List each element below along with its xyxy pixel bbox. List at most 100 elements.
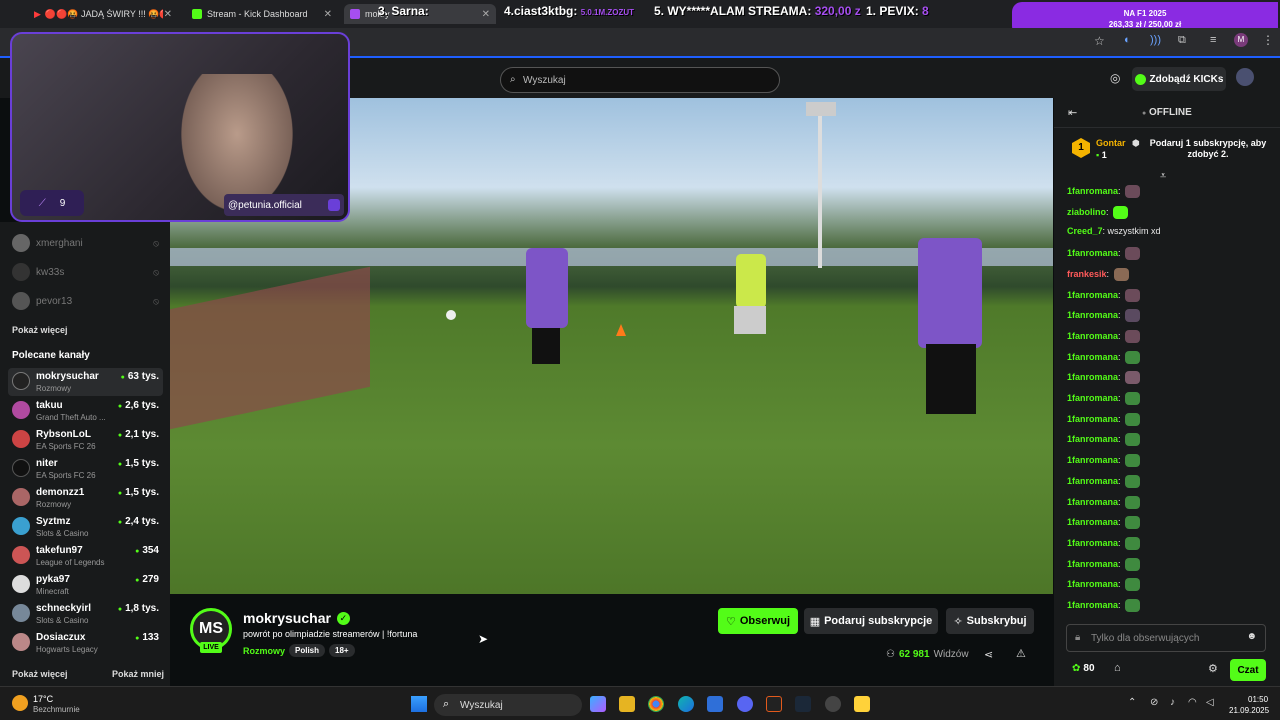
gift-sub-button[interactable]: ▦ Podaruj subskrypcje	[804, 608, 938, 634]
sidebar-item-offline[interactable]: pevor13 ⦸	[8, 288, 163, 316]
chrome-icon[interactable]	[648, 696, 664, 712]
sidebar-item-takuu[interactable]: takuu Grand Theft Auto ... 2,6 tys.	[8, 397, 163, 425]
bookmark-star-icon[interactable]: ☆	[1094, 34, 1105, 48]
chat-username[interactable]: 1fanromana	[1067, 579, 1118, 589]
close-icon[interactable]: ✕	[324, 9, 332, 20]
sidebar-item-demonzz1[interactable]: demonzz1 Rozmowy 1,5 tys.	[8, 484, 163, 512]
emote-picker-icon[interactable]: ☻	[1246, 631, 1257, 642]
send-chat-button[interactable]: Czat	[1230, 659, 1266, 681]
network-icon[interactable]: ⊘	[1150, 697, 1158, 708]
chat-username[interactable]: 1fanromana	[1067, 372, 1118, 382]
chat-username[interactable]: 1fanromana	[1067, 248, 1118, 258]
weather-icon[interactable]	[12, 695, 28, 711]
file-explorer-icon[interactable]	[619, 696, 635, 712]
sidebar-item-niter[interactable]: niter EA Sports FC 26 1,5 tys.	[8, 455, 163, 483]
notification-icon[interactable]: ◎	[1110, 71, 1120, 85]
sidebar-item-schneckyirl[interactable]: schneckyirl Slots & Casino 1,8 tys.	[8, 600, 163, 628]
close-icon[interactable]: ✕	[482, 9, 490, 20]
gift-sub-label: Podaruj subskrypcje	[824, 615, 933, 627]
sidebar-item-offline[interactable]: xmerghani ⦸	[8, 230, 163, 258]
windows-start-icon[interactable]	[411, 696, 427, 712]
subscribe-button[interactable]: ✧ Subskrybuj	[946, 608, 1034, 634]
follow-button[interactable]: ♡ Obserwuj	[718, 608, 798, 634]
chat-username[interactable]: 1fanromana	[1067, 455, 1118, 465]
chat-username[interactable]: 1fanromana	[1067, 517, 1118, 527]
steam-icon[interactable]	[795, 696, 811, 712]
chat-username[interactable]: 1fanromana	[1067, 414, 1118, 424]
scroll-down-icon[interactable]: ⩡	[1160, 170, 1166, 183]
sub-badge: ⟋ 9	[20, 190, 84, 216]
cast-icon[interactable]: )))	[1150, 34, 1161, 46]
channel-points[interactable]: ✿ 80	[1072, 663, 1095, 674]
chat-username[interactable]: 1fanromana	[1067, 310, 1118, 320]
emote-icon	[1125, 309, 1141, 323]
chat-username[interactable]: 1fanromana	[1067, 600, 1118, 610]
chat-username[interactable]: 1fanromana	[1067, 476, 1118, 486]
extension-icon[interactable]: ◐	[1124, 34, 1131, 46]
category-link[interactable]: Rozmowy	[243, 646, 285, 656]
profile-avatar[interactable]: M	[1234, 33, 1248, 47]
app-icon[interactable]	[825, 696, 841, 712]
chat-username[interactable]: 1fanromana	[1067, 331, 1118, 341]
collapse-chat-icon[interactable]: ⇤	[1068, 106, 1077, 119]
store-icon[interactable]: ⌂	[1114, 662, 1121, 674]
clock-time[interactable]: 01:50	[1248, 695, 1268, 704]
offline-icon: ⦸	[153, 238, 159, 248]
chat-username[interactable]: Creed_7	[1067, 226, 1103, 236]
chat-message: frankesik:	[1067, 267, 1129, 281]
channel-name[interactable]: mokrysuchar	[243, 610, 331, 626]
report-icon[interactable]: ⚠	[1016, 647, 1026, 660]
tag-age[interactable]: 18+	[329, 644, 355, 657]
chat-input[interactable]: 🔒︎ Tylko dla obserwujących ☻	[1066, 624, 1266, 652]
share-icon[interactable]: ⋖	[984, 648, 993, 661]
wifi-icon[interactable]: ◠	[1188, 697, 1197, 708]
show-less-link[interactable]: Pokaż mniej	[112, 669, 164, 679]
chat-username[interactable]: frankesik	[1067, 269, 1107, 279]
chat-username[interactable]: 1fanromana	[1067, 393, 1118, 403]
discord-icon[interactable]	[737, 696, 753, 712]
chat-username[interactable]: 1fanromana	[1067, 538, 1118, 548]
close-icon[interactable]: ✕	[164, 9, 172, 20]
sidebar-item-syztmz[interactable]: Syztmz Slots & Casino 2,4 tys.	[8, 513, 163, 541]
emote-icon	[1113, 267, 1129, 281]
search-input[interactable]: ⌕ Wyszukaj	[500, 67, 780, 93]
sidebar-item-offline[interactable]: kw33s ⦸	[8, 259, 163, 287]
chat-username[interactable]: 1fanromana	[1067, 186, 1118, 196]
chat-username[interactable]: 1fanromana	[1067, 434, 1118, 444]
clock-date[interactable]: 21.09.2025	[1229, 706, 1269, 715]
browser-tab-2[interactable]: Stream - Kick Dashboard ✕	[186, 4, 338, 24]
chat-username[interactable]: ziabolino	[1067, 207, 1106, 217]
tag-language[interactable]: Polish	[289, 644, 326, 657]
sidebar-item-pyka97[interactable]: pyka97 Minecraft 279	[8, 571, 163, 599]
chat-username[interactable]: 1fanromana	[1067, 351, 1118, 361]
copilot-icon[interactable]	[590, 696, 606, 712]
chat-username[interactable]: 1fanromana	[1067, 289, 1118, 299]
sidebar-item-rybsonlol[interactable]: RybsonLoL EA Sports FC 26 2,1 tys.	[8, 426, 163, 454]
get-kicks-button[interactable]: Zdobądź KICKs	[1132, 67, 1226, 91]
sidebar-item-mokrysuchar[interactable]: mokrysuchar Rozmowy 63 tys.	[8, 368, 163, 396]
search-icon: ⌕	[510, 74, 516, 85]
menu-icon[interactable]: ⋮	[1262, 33, 1274, 47]
browser-tab-1[interactable]: ▶ 🔴🔴🤬 JADĄ ŚWIRY !!! 🤬🔴🔴#2 ✕	[28, 4, 178, 24]
pinned-user: Gontar	[1096, 138, 1126, 148]
chat-message: Creed_7: wszystkim xd	[1067, 226, 1161, 236]
show-more-link[interactable]: Pokaż więcej	[12, 669, 68, 679]
sidebar-item-dosiaczux[interactable]: Dosiaczux Hogwarts Legacy 133	[8, 629, 163, 657]
sidebar-item-takefun97[interactable]: takefun97 League of Legends 354	[8, 542, 163, 570]
gear-icon[interactable]: ⚙	[1208, 662, 1218, 675]
chat-username[interactable]: 1fanromana	[1067, 496, 1118, 506]
volume-icon[interactable]: ◁	[1206, 697, 1214, 708]
mic-icon[interactable]: ♪	[1170, 697, 1175, 708]
chat-username[interactable]: 1fanromana	[1067, 558, 1118, 568]
store-icon[interactable]	[707, 696, 723, 712]
show-more-link[interactable]: Pokaż więcej	[12, 325, 68, 335]
chevron-up-icon[interactable]: ⌃	[1128, 697, 1136, 708]
app-icon[interactable]	[854, 696, 870, 712]
pinned-gift-banner[interactable]: 1 Gontar ▪ 1 ⬢ Podaruj 1 subskrypcję, ab…	[1066, 134, 1272, 168]
edge-icon[interactable]	[678, 696, 694, 712]
reading-list-icon[interactable]: ≡	[1210, 34, 1216, 46]
taskbar-search[interactable]: ⌕ Wyszukaj	[434, 694, 582, 716]
obs-icon[interactable]	[766, 696, 782, 712]
puzzle-icon[interactable]: ⧉	[1178, 34, 1186, 47]
user-avatar[interactable]	[1236, 68, 1254, 86]
